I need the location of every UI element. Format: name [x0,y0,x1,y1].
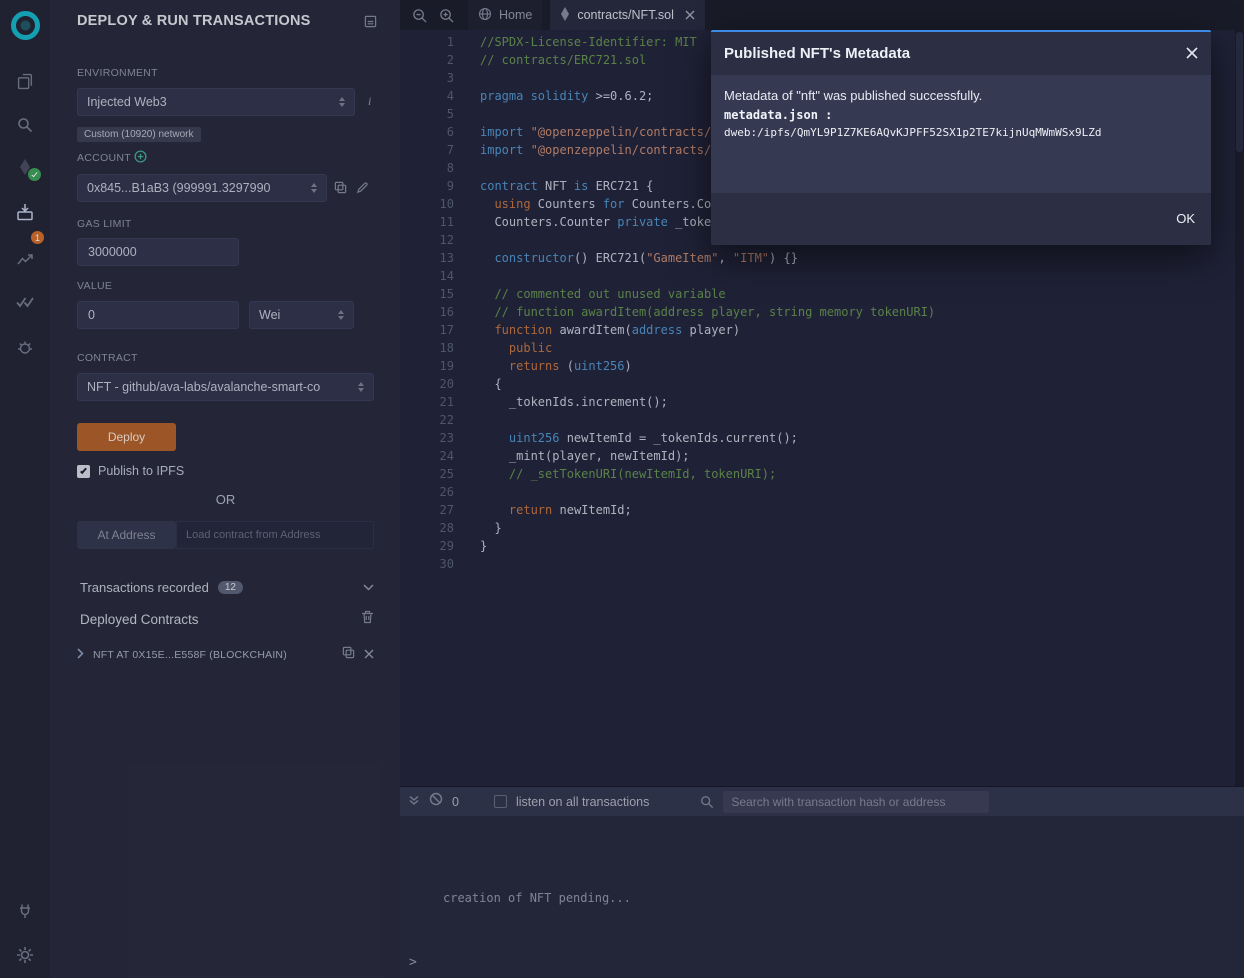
modal-header: Published NFT's Metadata [711,32,1211,75]
modal-footer: OK [711,193,1211,245]
modal-close-icon[interactable] [1186,45,1198,59]
publish-metadata-modal: Published NFT's Metadata Metadata of "nf… [711,30,1211,245]
metadata-file-label: metadata.json : [724,108,1198,122]
ok-button[interactable]: OK [1176,211,1195,226]
ipfs-url: dweb:/ipfs/QmYL9P1Z7KE6AQvKJPFF52SX1p2TE… [724,126,1198,139]
modal-title: Published NFT's Metadata [724,45,910,62]
modal-body: Metadata of "nft" was published successf… [711,75,1211,193]
modal-message: Metadata of "nft" was published successf… [724,88,1198,103]
